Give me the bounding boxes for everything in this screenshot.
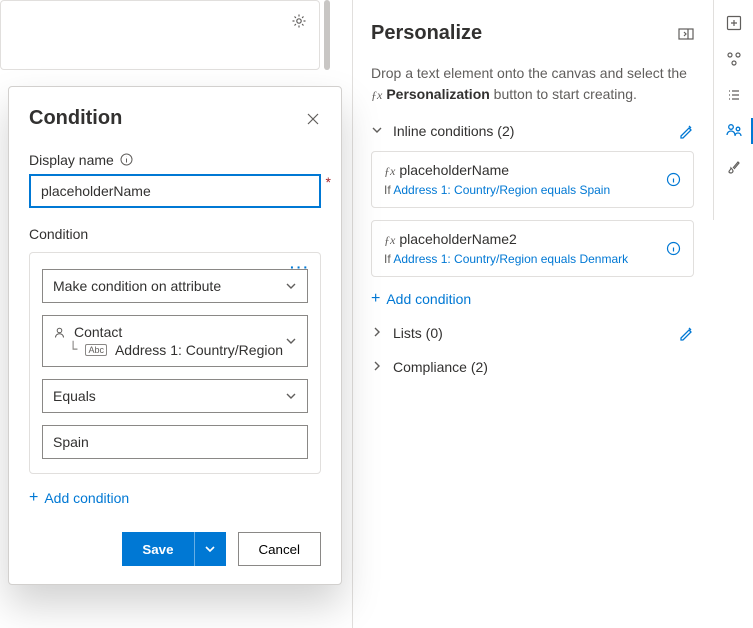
required-indicator: * [326,174,331,190]
list-icon[interactable] [725,86,743,104]
close-icon[interactable] [305,111,321,127]
contact-icon [53,326,66,339]
personalize-panel: Personalize Drop a text element onto the… [352,0,712,628]
fx-icon: ƒx [384,233,395,247]
text-type-icon: Abc [85,344,107,356]
right-rail [713,0,753,220]
condition-label: Condition [29,226,321,242]
edit-inline-conditions-icon[interactable] [678,123,694,139]
fx-icon: ƒx [371,88,382,102]
panel-collapse-icon[interactable] [678,27,694,41]
info-icon[interactable] [120,153,134,167]
condition-card[interactable]: ƒx placeholderName2 If Address 1: Country… [371,220,694,277]
condition-name: placeholderName [399,162,509,178]
more-icon[interactable]: ··· [290,259,310,275]
save-dropdown-button[interactable] [194,532,226,566]
chevron-down-icon [371,124,385,138]
edit-lists-icon[interactable] [678,325,694,341]
section-lists[interactable]: Lists (0) [371,325,694,341]
chevron-right-icon [371,360,385,374]
condition-link[interactable]: Address 1: Country/Region equals Denmark [393,252,628,266]
hint-pre: Drop a text element onto the canvas and … [371,65,687,81]
add-panel-icon[interactable] [725,14,743,32]
cancel-button[interactable]: Cancel [238,532,322,566]
condition-modal: Condition Display name * Condition ··· M… [8,86,342,585]
modal-title: Condition [29,107,122,130]
info-icon[interactable] [666,241,681,256]
if-prefix: If [384,183,393,197]
chevron-right-icon [371,326,385,340]
label-text: Condition [29,226,88,242]
modal-add-condition[interactable]: + Add condition [29,490,321,506]
condition-name: placeholderName2 [399,231,517,247]
panel-title: Personalize [371,22,482,45]
hint-bold: Personalization [386,86,489,102]
select-value: Equals [53,388,96,404]
attribute-name: Address 1: Country/Region [115,342,283,358]
condition-type-select[interactable]: Make condition on attribute [42,269,308,303]
add-condition-link[interactable]: + Add condition [371,291,694,307]
value-input[interactable]: Spain [42,425,308,459]
section-label: Lists (0) [393,325,443,341]
attribute-select[interactable]: Contact └ Abc Address 1: Country/Region [42,315,308,367]
select-value: Make condition on attribute [53,278,221,294]
fx-icon: ƒx [384,164,395,178]
canvas-element-card [0,0,320,70]
section-inline-conditions[interactable]: Inline conditions (2) [371,123,694,139]
add-condition-label: Add condition [44,490,129,506]
gear-icon[interactable] [291,13,307,29]
brush-icon[interactable] [725,158,743,176]
section-label: Compliance (2) [393,359,488,375]
hint-post: button to start creating. [490,86,637,102]
chevron-down-icon [285,280,297,292]
info-icon[interactable] [666,172,681,187]
section-label: Inline conditions (2) [393,123,514,139]
condition-card[interactable]: ƒx placeholderName If Address 1: Country/… [371,151,694,208]
condition-link[interactable]: Address 1: Country/Region equals Spain [393,183,610,197]
display-name-label: Display name [29,152,321,168]
display-name-input[interactable] [29,174,321,208]
entity-name: Contact [74,324,122,340]
label-text: Display name [29,152,114,168]
personalize-icon[interactable] [725,122,743,140]
input-value: Spain [53,434,89,450]
condition-builder: ··· Make condition on attribute Contact … [29,252,321,474]
plus-icon: + [29,490,38,506]
chevron-down-icon [285,390,297,402]
save-button[interactable]: Save [122,532,193,566]
add-condition-label: Add condition [386,291,471,307]
operator-select[interactable]: Equals [42,379,308,413]
section-compliance[interactable]: Compliance (2) [371,359,694,375]
save-split-button: Save [122,532,225,566]
chevron-down-icon [285,335,297,347]
if-prefix: If [384,252,393,266]
scrollbar[interactable] [324,0,330,70]
elements-icon[interactable] [725,50,743,68]
panel-hint: Drop a text element onto the canvas and … [371,63,694,105]
tree-connector-icon: └ [69,342,77,358]
plus-icon: + [371,291,380,307]
